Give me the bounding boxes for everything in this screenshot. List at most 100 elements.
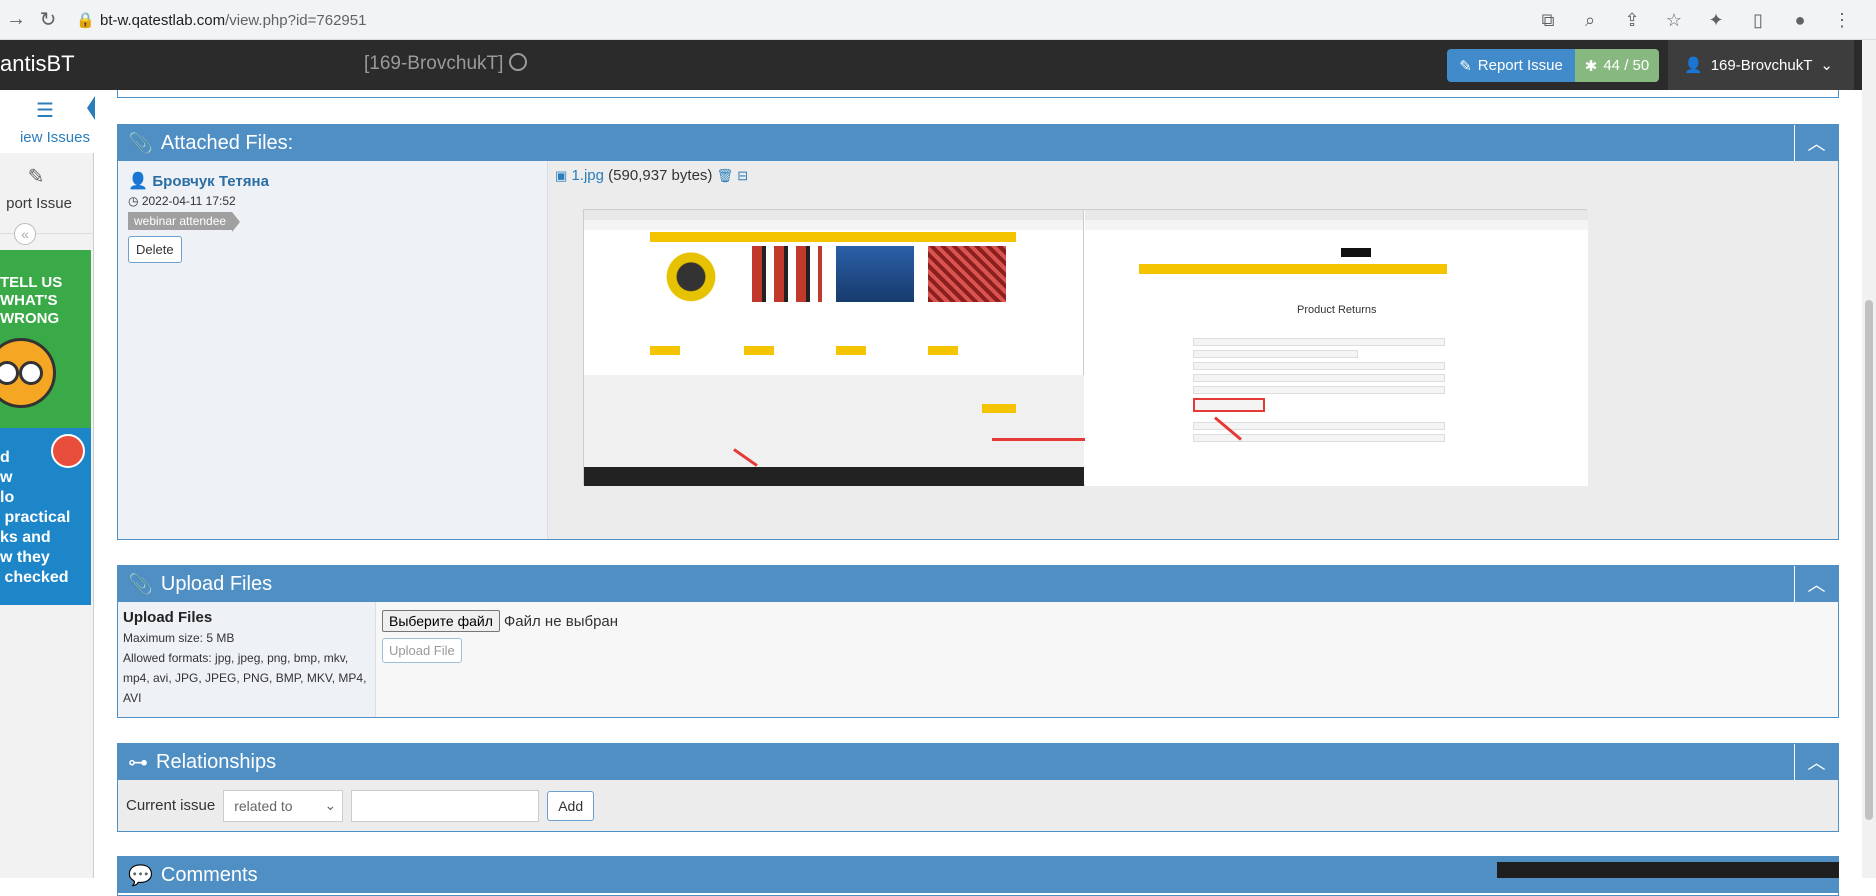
- report-issue-label: Report Issue: [1477, 57, 1563, 74]
- profile-icon[interactable]: ●: [1786, 6, 1814, 34]
- preview-button: [928, 346, 958, 355]
- user-icon: 👤: [1684, 57, 1703, 74]
- project-name: [169-BrovchukT]: [364, 53, 504, 74]
- preview-highlighted-field: [1193, 398, 1265, 412]
- author-link[interactable]: Бровчук Тетяна: [152, 173, 269, 190]
- section-title: Upload Files: [160, 572, 273, 595]
- menu-dots-icon[interactable]: ⋮: [1828, 6, 1856, 34]
- paperclip-icon: 📎: [128, 573, 153, 596]
- issue-count-button[interactable]: ✱ 44 / 50: [1575, 49, 1659, 82]
- brand-logo[interactable]: antisBT: [0, 51, 75, 77]
- image-file-icon: ▣: [555, 168, 568, 183]
- preview-form-row: [1193, 434, 1445, 442]
- preview-subscribe-button: [982, 404, 1016, 413]
- upload-files-body: Upload Files Maximum size: 5 MB Allowed …: [118, 602, 1838, 717]
- user-icon: 👤: [128, 173, 148, 190]
- preview-search-button: [1341, 248, 1371, 257]
- relation-type-select[interactable]: related to ⌄: [223, 789, 344, 822]
- cartoon-face-icon: [0, 338, 56, 408]
- preview-dark-footer: [584, 467, 1084, 486]
- preview-yellow-nav: [650, 232, 1016, 242]
- list-icon: ☰: [36, 100, 54, 122]
- current-issue-label: Current issue: [126, 797, 216, 814]
- clock-icon: ◷: [128, 194, 139, 208]
- preview-form-row: [1193, 350, 1358, 358]
- ad1-text: TELL US WHAT'S WRONG: [0, 274, 63, 327]
- browser-toolbar: → ↻ 🔒 bt-w.qatestlab.com/view.php?id=762…: [0, 0, 1876, 40]
- attached-files-header: 📎 Attached Files: ︿: [118, 125, 1838, 161]
- attachment-meta: 👤 Бровчук Тетяна ◷ 2022-04-11 17:52 webi…: [118, 161, 548, 539]
- preview-button: [836, 346, 866, 355]
- choose-file-button[interactable]: Выберите файл: [382, 610, 500, 632]
- report-issue-button[interactable]: ✎ Report Issue: [1447, 49, 1575, 82]
- sidebar-item-label: iew Issues: [19, 129, 90, 146]
- url-host: bt-w.qatestlab.com: [100, 11, 226, 29]
- add-relationship-button[interactable]: Add: [547, 790, 595, 821]
- side-panel-icon[interactable]: ▯: [1744, 6, 1772, 34]
- collapse-chevron-up-icon[interactable]: ︿: [1794, 125, 1838, 161]
- preview-form-row: [1193, 374, 1445, 382]
- comments-icon: 💬: [128, 864, 153, 887]
- bookmark-star-icon[interactable]: ☆: [1660, 6, 1688, 34]
- attached-files-body: 👤 Бровчук Тетяна ◷ 2022-04-11 17:52 webi…: [118, 161, 1838, 539]
- page-scrollbar[interactable]: [1862, 40, 1876, 878]
- edit-icon: ✎: [27, 166, 45, 188]
- preview-button: [744, 346, 774, 355]
- minus-square-icon[interactable]: ⊟: [737, 168, 748, 183]
- project-selector[interactable]: [169-BrovchukT]: [364, 53, 528, 75]
- mascot-icon: [51, 434, 85, 468]
- upload-label: Upload Files: [123, 609, 213, 626]
- advert-banner-1[interactable]: TELL US WHAT'S WRONG: [0, 250, 91, 428]
- collapse-sidebar-icon[interactable]: «: [14, 223, 36, 245]
- relationships-header: ⊶ Relationships ︿: [118, 744, 1838, 780]
- preview-product-3: [836, 246, 914, 302]
- check-circle-icon: [509, 53, 528, 71]
- related-issue-input[interactable]: [351, 789, 540, 822]
- preview-form-row: [1193, 362, 1445, 370]
- translate-icon[interactable]: ⧉: [1534, 6, 1562, 34]
- user-menu[interactable]: 👤 169-BrovchukT ⌄: [1668, 40, 1854, 90]
- preview-footer: [584, 375, 1084, 467]
- issue-count-label: 44 / 50: [1603, 57, 1650, 74]
- collapse-chevron-up-icon[interactable]: ︿: [1794, 744, 1838, 780]
- previous-section-edge: [117, 90, 1839, 98]
- sidebar-item-report-issue[interactable]: ✎ port Issue: [0, 160, 94, 220]
- edit-icon: ✎: [1459, 57, 1472, 75]
- user-tag: webinar attendee: [128, 212, 241, 232]
- file-size: (590,937 bytes): [608, 167, 713, 184]
- upload-files-header: 📎 Upload Files ︿: [118, 566, 1838, 602]
- extensions-icon[interactable]: ✦: [1702, 6, 1730, 34]
- advert-banner-2[interactable]: d w lo practical ks and w they checked: [0, 428, 91, 605]
- section-title: Attached Files:: [160, 131, 294, 154]
- address-bar[interactable]: 🔒 bt-w.qatestlab.com/view.php?id=762951: [62, 5, 1742, 35]
- delete-button[interactable]: Delete: [128, 236, 182, 263]
- file-link[interactable]: 1.jpg: [571, 167, 604, 184]
- upload-file-button[interactable]: Upload File: [382, 638, 462, 663]
- attachment-preview-image[interactable]: Product Returns: [583, 209, 1588, 486]
- chevron-down-icon: ⌄: [1820, 57, 1833, 74]
- sidebar: ☰ iew Issues ✎ port Issue « TELL US WHAT…: [0, 90, 95, 878]
- reload-icon[interactable]: ↻: [32, 4, 64, 36]
- preview-pane-right: Product Returns: [1085, 210, 1588, 486]
- preview-tab-strip: [584, 210, 1083, 220]
- sidebar-item-view-issues[interactable]: ☰ iew Issues: [0, 90, 95, 153]
- no-file-text: Файл не выбран: [503, 613, 619, 630]
- browser-tools: ⧉ ⌕ ⇪ ☆ ✦ ▯ ● ⋮: [1534, 6, 1856, 34]
- trash-icon[interactable]: 🗑: [717, 168, 734, 183]
- preview-form-row: [1193, 338, 1445, 346]
- scrollbar-thumb[interactable]: [1865, 300, 1873, 820]
- forward-arrow-icon[interactable]: →: [0, 4, 32, 36]
- preview-product-2: [744, 246, 822, 302]
- attachment-file: ▣ 1.jpg (590,937 bytes) 🗑 ⊟ Product Retu…: [549, 161, 1838, 539]
- attached-files-section: 📎 Attached Files: ︿ 👤 Бровчук Тетяна ◷ 2…: [117, 124, 1839, 540]
- preview-tab-strip: [1085, 210, 1588, 220]
- zoom-icon[interactable]: ⌕: [1576, 6, 1604, 34]
- collapse-chevron-up-icon[interactable]: ︿: [1794, 566, 1838, 602]
- section-title: Relationships: [156, 750, 277, 773]
- user-name: 169-BrovchukT: [1710, 56, 1813, 74]
- share-icon[interactable]: ⇪: [1618, 6, 1646, 34]
- max-size-text: Maximum size: 5 MB: [123, 631, 235, 645]
- relation-type-value: related to: [234, 797, 293, 814]
- allowed-formats-text: Allowed formats: jpg, jpeg, png, bmp, mk…: [123, 651, 367, 705]
- preview-form-row: [1193, 386, 1445, 394]
